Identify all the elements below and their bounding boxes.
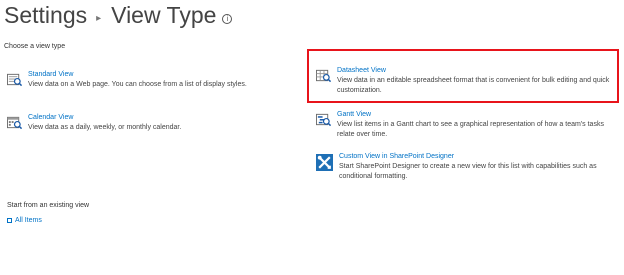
breadcrumb-separator-icon: ▸: [96, 13, 102, 24]
page-title: Settings ▸ View Type i: [4, 2, 233, 29]
standard-view-icon: [7, 73, 22, 87]
standard-view-option[interactable]: Standard View View data on a Web page. Y…: [7, 70, 297, 90]
datasheet-view-option[interactable]: Datasheet View View data in an editable …: [316, 66, 616, 96]
custom-view-option[interactable]: Custom View in SharePoint Designer Start…: [316, 152, 616, 182]
breadcrumb-settings[interactable]: Settings: [4, 2, 87, 29]
calendar-view-description: View data as a daily, weekly, or monthly…: [28, 124, 182, 131]
sharepoint-designer-icon: [316, 154, 333, 171]
standard-view-description: View data on a Web page. You can choose …: [28, 81, 247, 88]
existing-view-label: Start from an existing view: [7, 202, 90, 209]
info-icon[interactable]: i: [222, 13, 233, 24]
all-items-link[interactable]: All Items: [15, 217, 42, 224]
datasheet-view-link[interactable]: Datasheet View: [337, 66, 616, 76]
calendar-view-link[interactable]: Calendar View: [28, 113, 181, 123]
bullet-icon: [7, 218, 12, 223]
gantt-view-icon: [316, 113, 331, 127]
calendar-view-option[interactable]: Calendar View View data as a daily, week…: [7, 113, 297, 133]
gantt-view-link[interactable]: Gantt View: [337, 110, 616, 120]
datasheet-view-icon: [316, 69, 331, 83]
datasheet-view-description: View data in an editable spreadsheet for…: [337, 77, 610, 94]
existing-view-all-items[interactable]: All Items: [7, 217, 42, 224]
page-title-view-type: View Type: [111, 2, 217, 28]
calendar-view-icon: [7, 116, 22, 130]
custom-view-description: Start SharePoint Designer to create a ne…: [339, 163, 597, 180]
standard-view-link[interactable]: Standard View: [28, 70, 247, 80]
custom-view-link[interactable]: Custom View in SharePoint Designer: [339, 152, 616, 162]
choose-view-type-label: Choose a view type: [4, 43, 66, 50]
gantt-view-option[interactable]: Gantt View View list items in a Gantt ch…: [316, 110, 616, 140]
gantt-view-description: View list items in a Gantt chart to see …: [337, 121, 604, 138]
